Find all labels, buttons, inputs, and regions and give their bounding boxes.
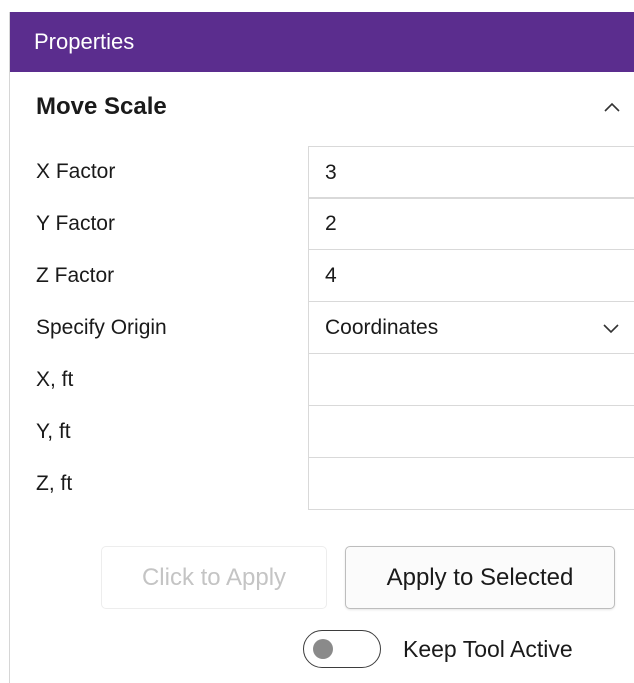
apply-to-selected-button[interactable]: Apply to Selected bbox=[345, 546, 615, 609]
z-ft-input[interactable] bbox=[308, 457, 634, 510]
chevron-down-icon bbox=[602, 316, 620, 340]
property-grid: X Factor 3 Y Factor 2 Z Factor 4 Specify… bbox=[10, 146, 634, 510]
z-factor-input[interactable]: 4 bbox=[308, 249, 634, 302]
panel-header: Properties bbox=[10, 12, 634, 72]
y-factor-input[interactable]: 2 bbox=[308, 197, 634, 250]
row-x-ft: X, ft bbox=[10, 353, 634, 406]
row-y-factor: Y Factor 2 bbox=[10, 197, 634, 250]
action-buttons: Click to Apply Apply to Selected bbox=[101, 546, 615, 609]
y-ft-label: Y, ft bbox=[36, 420, 71, 443]
panel-title: Properties bbox=[34, 29, 135, 54]
click-to-apply-button[interactable]: Click to Apply bbox=[101, 546, 327, 609]
row-z-ft: Z, ft bbox=[10, 457, 634, 510]
keep-tool-active-row: Keep Tool Active bbox=[303, 630, 573, 668]
keep-tool-active-toggle[interactable] bbox=[303, 630, 381, 668]
specify-origin-label: Specify Origin bbox=[36, 316, 167, 339]
toggle-knob bbox=[313, 639, 333, 659]
y-ft-input[interactable] bbox=[308, 405, 634, 458]
row-x-factor: X Factor 3 bbox=[10, 146, 634, 199]
row-z-factor: Z Factor 4 bbox=[10, 249, 634, 302]
y-factor-label: Y Factor bbox=[36, 212, 115, 235]
z-ft-label: Z, ft bbox=[36, 472, 73, 495]
specify-origin-select[interactable]: Coordinates bbox=[308, 301, 634, 354]
row-specify-origin: Specify Origin Coordinates bbox=[10, 301, 634, 354]
x-ft-label: X, ft bbox=[36, 368, 74, 391]
keep-tool-active-label: Keep Tool Active bbox=[403, 635, 573, 662]
z-factor-label: Z Factor bbox=[36, 264, 115, 287]
section-header-move-scale[interactable]: Move Scale bbox=[10, 72, 634, 142]
x-factor-label: X Factor bbox=[36, 160, 116, 183]
row-y-ft: Y, ft bbox=[10, 405, 634, 458]
chevron-up-icon[interactable] bbox=[597, 92, 627, 122]
x-ft-input[interactable] bbox=[308, 353, 634, 406]
properties-panel: Properties Move Scale X Factor 3 Y Facto… bbox=[9, 12, 634, 683]
specify-origin-value: Coordinates bbox=[325, 315, 439, 339]
x-factor-input[interactable]: 3 bbox=[308, 146, 634, 199]
section-title: Move Scale bbox=[36, 93, 167, 120]
